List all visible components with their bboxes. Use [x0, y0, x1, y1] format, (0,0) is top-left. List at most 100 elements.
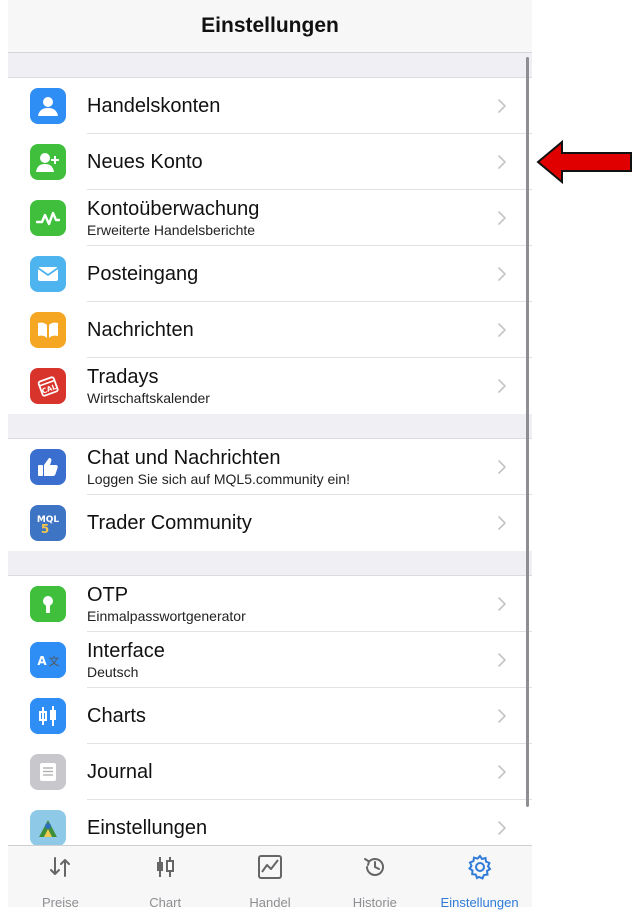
tab-label: Einstellungen: [440, 895, 519, 910]
row-text: Kontoüberwachung Erweiterte Handelsberich…: [87, 190, 492, 246]
row-text: Nachrichten: [87, 302, 492, 358]
quotes-arrows-icon: [47, 854, 73, 885]
row-text: Posteingang: [87, 246, 492, 302]
settings-row-kontoueberwachung[interactable]: Kontoüberwachung Erweiterte Handelsberich…: [8, 190, 532, 246]
settings-row-trader-community[interactable]: MQL 5 Trader Community: [8, 495, 532, 551]
row-text: Journal: [87, 744, 492, 800]
language-icon: A文: [30, 642, 66, 678]
row-label: Handelskonten: [87, 95, 221, 117]
row-subtitle: Erweiterte Handelsberichte: [87, 222, 256, 238]
row-label: Tradays: [87, 366, 159, 388]
red-arrow-annotation: [536, 140, 632, 184]
tab-preise[interactable]: Preise: [8, 846, 113, 910]
settings-row-interface[interactable]: A 文 Interface Deutsch: [8, 632, 532, 688]
row-label: Kontoüberwachung: [87, 198, 260, 220]
journal-icon: [30, 754, 66, 790]
settings-row-otp[interactable]: OTP Einmalpasswortgenerator: [8, 576, 532, 632]
chevron-right-icon: [494, 210, 510, 226]
row-subtitle: Einmalpasswortgenerator: [87, 608, 246, 624]
scrollbar[interactable]: [526, 57, 529, 807]
envelope-icon: [30, 256, 66, 292]
tab-label: Historie: [352, 895, 397, 910]
row-text: Einstellungen: [87, 800, 492, 845]
row-text: Tradays Wirtschaftskalender: [87, 358, 492, 414]
settings-row-handelskonten[interactable]: Handelskonten: [8, 78, 532, 134]
row-text: Trader Community: [87, 495, 492, 551]
settings-row-einstellungen[interactable]: Einstellungen: [8, 800, 532, 845]
tab-chart[interactable]: Chart: [113, 846, 218, 910]
row-text: Charts: [87, 688, 492, 744]
person-icon: [30, 88, 66, 124]
chevron-right-icon: [494, 515, 510, 531]
settings-group: Handelskonten Neues Konto Kontoüberwachung…: [8, 78, 532, 414]
chevron-right-icon: [494, 266, 510, 282]
settings-row-charts[interactable]: Charts: [8, 688, 532, 744]
row-label: Journal: [87, 761, 153, 783]
settings-row-chat-und-nachrichten[interactable]: Chat und Nachrichten Loggen Sie sich auf …: [8, 439, 532, 495]
tab-label: Chart: [149, 895, 182, 910]
settings-row-journal[interactable]: Journal: [8, 744, 532, 800]
metatrader-icon: [30, 810, 66, 845]
svg-text:5: 5: [41, 522, 49, 536]
settings-row-tradays[interactable]: CAL Tradays Wirtschaftskalender: [8, 358, 532, 414]
thumbs-up-icon: [30, 449, 66, 485]
section-gap: [8, 414, 532, 439]
row-label: Chat und Nachrichten: [87, 447, 281, 469]
book-icon: [30, 312, 66, 348]
chevron-right-icon: [494, 98, 510, 114]
chevron-right-icon: [494, 459, 510, 475]
svg-text:A: A: [37, 654, 47, 668]
chevron-right-icon: [494, 764, 510, 780]
row-text: Handelskonten: [87, 78, 492, 134]
row-text: OTP Einmalpasswortgenerator: [87, 576, 492, 632]
chevron-right-icon: [494, 708, 510, 724]
tab-einstellungen[interactable]: Einstellungen: [427, 846, 532, 910]
settings-group: OTP Einmalpasswortgenerator A 文 Interface Deu…: [8, 576, 532, 845]
candlestick-icon: [30, 698, 66, 734]
settings-list[interactable]: Handelskonten Neues Konto Kontoüberwachung…: [8, 53, 532, 845]
svg-text:文: 文: [49, 654, 60, 668]
chevron-right-icon: [494, 378, 510, 394]
row-label: Einstellungen: [87, 817, 208, 839]
chevron-right-icon: [494, 322, 510, 338]
tab-bar: Preise Chart Handel Historie Einstellungen: [8, 845, 532, 910]
row-subtitle: Loggen Sie sich auf MQL5.community ein!: [87, 471, 351, 487]
mql5-icon: MQL 5: [30, 505, 66, 541]
add-person-icon: [30, 144, 66, 180]
section-gap: [8, 551, 532, 576]
settings-screen: Einstellungen Handelskonten Neues Konto Ko…: [8, 0, 532, 910]
row-label: Interface: [87, 640, 165, 662]
tab-historie[interactable]: Historie: [322, 846, 427, 910]
row-label: OTP: [87, 584, 129, 606]
chevron-right-icon: [494, 652, 510, 668]
row-text: Interface Deutsch: [87, 632, 492, 688]
chevron-right-icon: [494, 596, 510, 612]
row-label: Posteingang: [87, 263, 199, 285]
tab-handel[interactable]: Handel: [218, 846, 323, 910]
section-gap: [8, 53, 532, 78]
navigation-bar: Einstellungen: [8, 0, 532, 53]
row-label: Neues Konto: [87, 151, 203, 173]
tradays-calendar-icon: CAL: [30, 368, 66, 404]
settings-group: Chat und Nachrichten Loggen Sie sich auf …: [8, 439, 532, 551]
row-subtitle: Deutsch: [87, 664, 139, 680]
tab-label: Handel: [249, 895, 291, 910]
row-text: Chat und Nachrichten Loggen Sie sich auf …: [87, 439, 492, 495]
history-clock-icon: [362, 854, 388, 885]
chevron-right-icon: [494, 820, 510, 836]
settings-row-neues-konto[interactable]: Neues Konto: [8, 134, 532, 190]
chevron-right-icon: [494, 154, 510, 170]
row-text: Neues Konto: [87, 134, 492, 190]
row-label: Nachrichten: [87, 319, 194, 341]
monitoring-chart-icon: [30, 200, 66, 236]
keyhole-icon: [30, 586, 66, 622]
row-label: Trader Community: [87, 512, 252, 534]
page-title: Einstellungen: [201, 14, 339, 37]
trade-chart-icon: [257, 854, 283, 885]
settings-row-nachrichten[interactable]: Nachrichten: [8, 302, 532, 358]
candles-icon: [152, 854, 178, 885]
row-label: Charts: [87, 705, 146, 727]
settings-gear-icon: [467, 854, 493, 885]
settings-row-posteingang[interactable]: Posteingang: [8, 246, 532, 302]
tab-label: Preise: [41, 895, 79, 910]
